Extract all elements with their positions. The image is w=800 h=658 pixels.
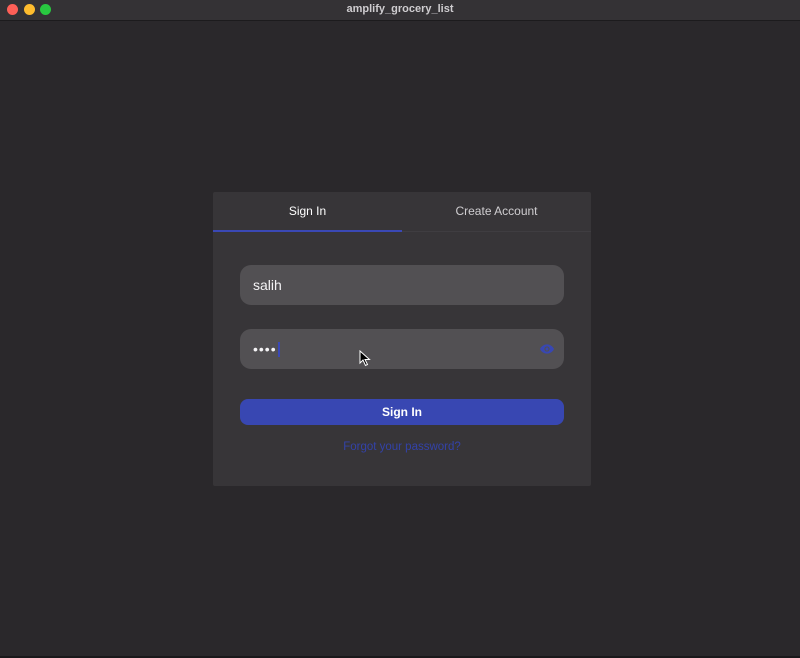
app-window: amplify_grocery_list Sign In Create Acco… — [0, 0, 800, 658]
window-title: amplify_grocery_list — [346, 3, 454, 15]
username-input[interactable] — [253, 265, 551, 305]
auth-tabs: Sign In Create Account — [213, 192, 591, 232]
password-field[interactable] — [240, 329, 564, 369]
mouse-pointer-icon — [359, 350, 371, 367]
title-bar: amplify_grocery_list — [0, 0, 800, 21]
sign-in-button[interactable]: Sign In — [240, 399, 564, 425]
authenticator-card: Sign In Create Account Sign In Forgot yo… — [213, 192, 591, 486]
tab-create-account[interactable]: Create Account — [402, 192, 591, 231]
active-tab-indicator — [213, 230, 402, 232]
text-caret — [278, 342, 280, 357]
username-field[interactable] — [240, 265, 564, 305]
password-input[interactable] — [253, 329, 533, 369]
tab-sign-in[interactable]: Sign In — [213, 192, 402, 231]
eye-icon[interactable] — [538, 341, 556, 357]
forgot-password-link[interactable]: Forgot your password? — [213, 441, 591, 453]
